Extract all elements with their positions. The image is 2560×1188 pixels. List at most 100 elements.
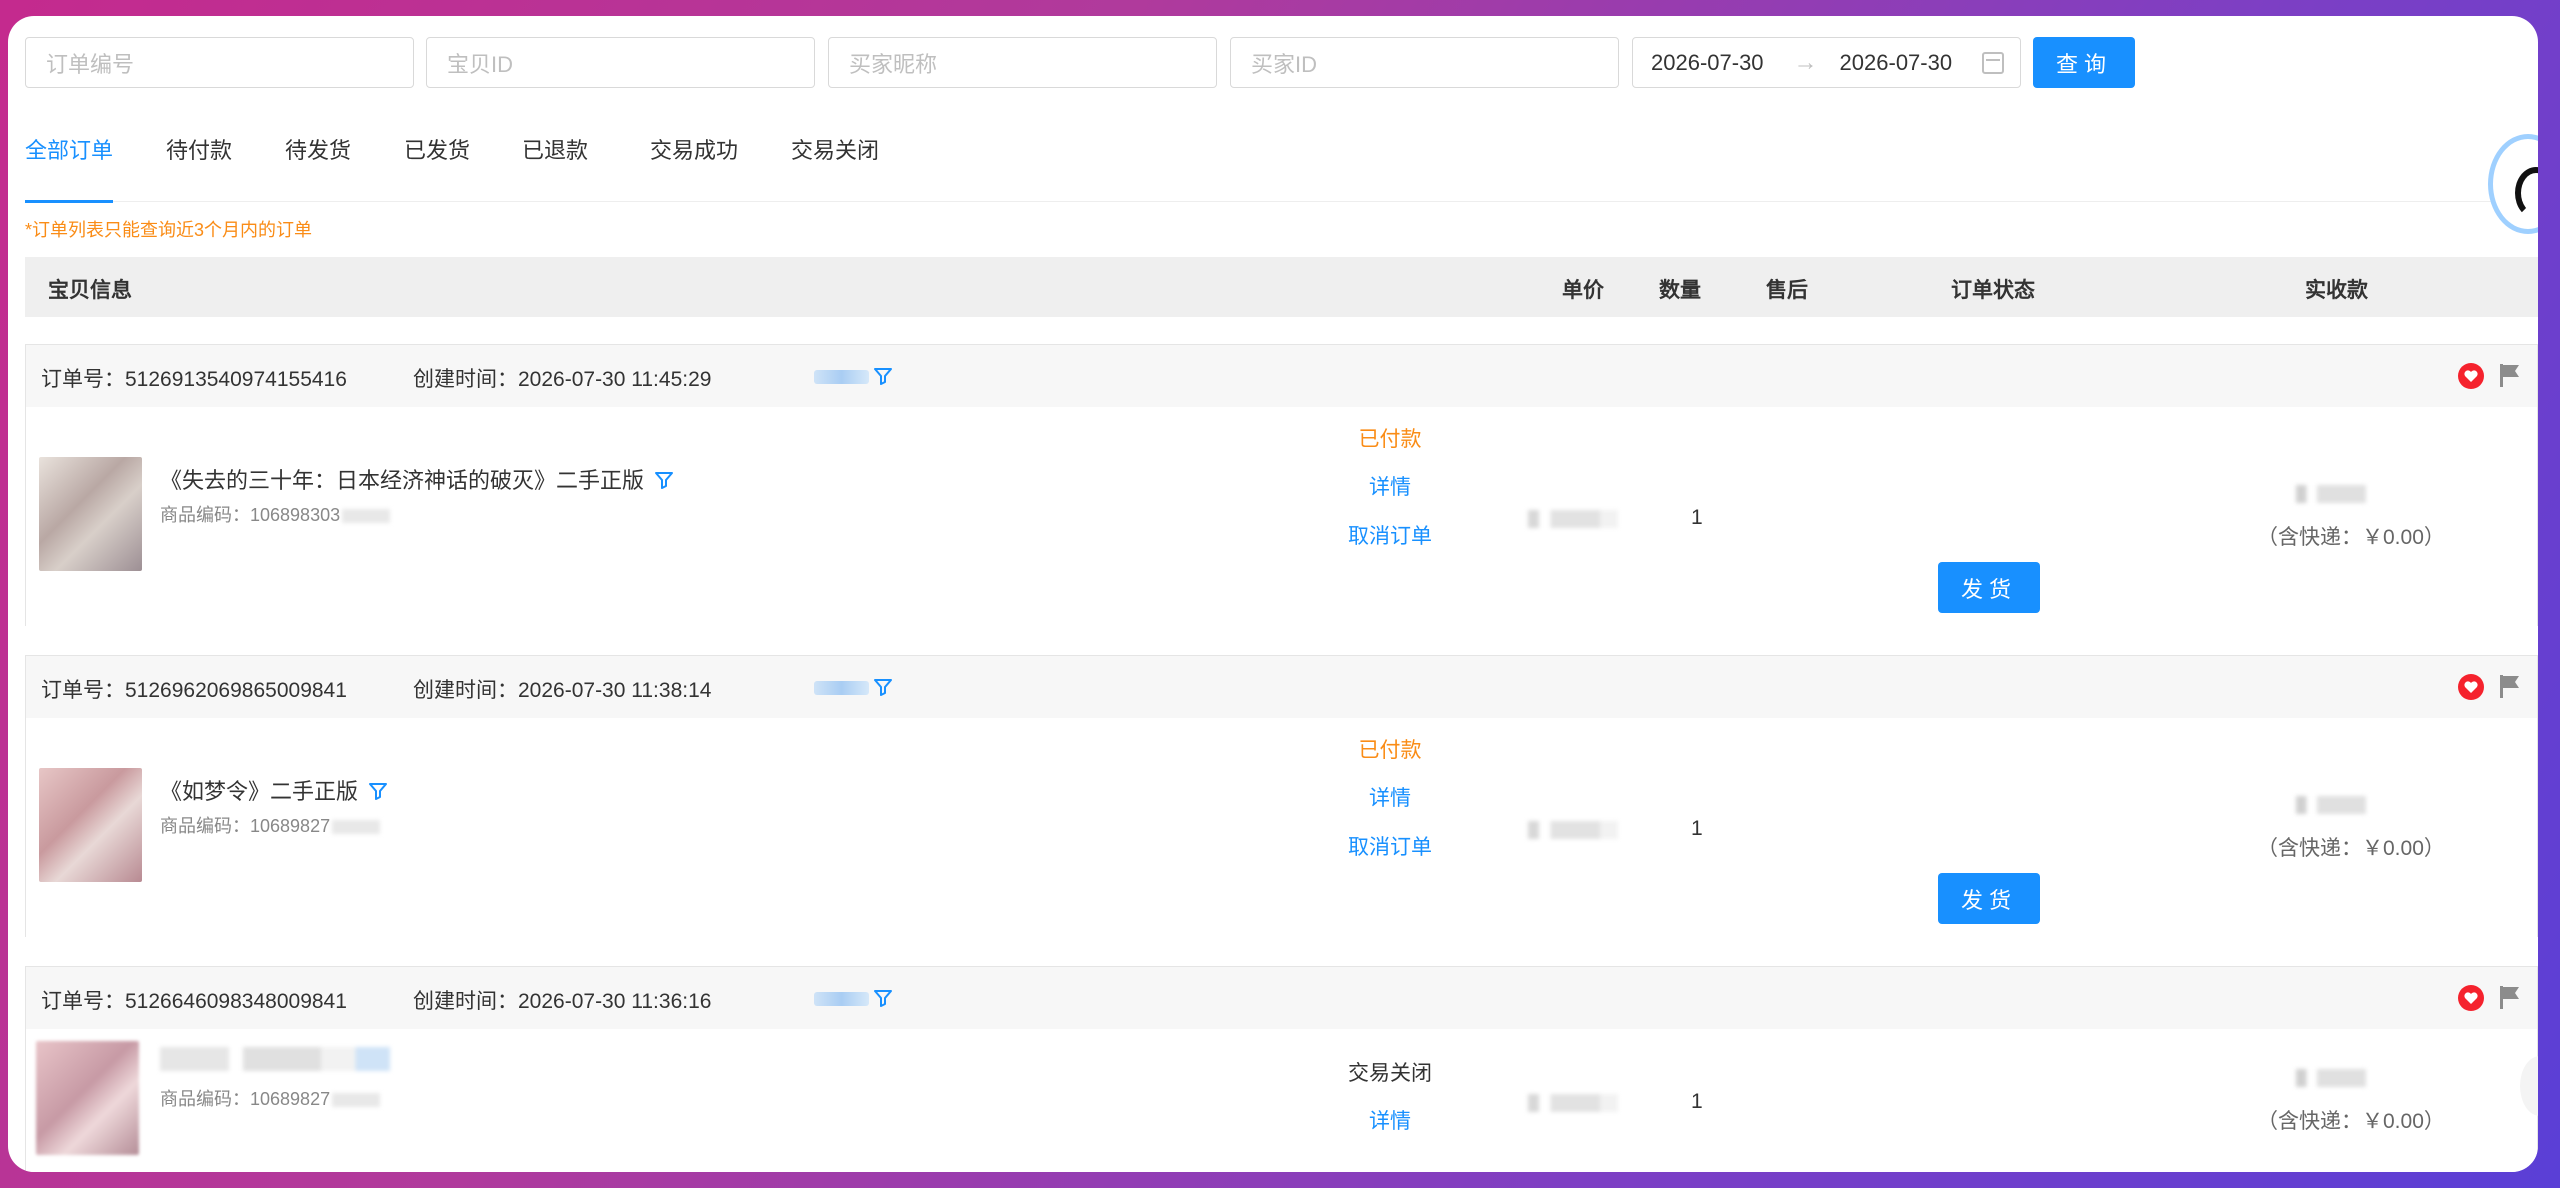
red-flag-icon[interactable]	[2457, 984, 2485, 1012]
express-fee: （含快递：￥0.00）	[2257, 1110, 2445, 1133]
product-title[interactable]: 《如梦令》二手正版	[160, 774, 388, 806]
product-code: 商品编码：10689827	[160, 1085, 381, 1111]
quantity: 1	[1691, 817, 1703, 840]
col-received: 实收款	[2305, 279, 2368, 302]
flag-icon[interactable]	[2495, 672, 2523, 700]
query-limit-notice: *订单列表只能查询近3个月内的订单	[25, 220, 313, 240]
order-number-placeholder: 订单编号	[46, 51, 135, 77]
col-quantity: 数量	[1659, 279, 1701, 302]
created-time-value: 2026-07-30 11:45:29	[518, 368, 712, 391]
filter-icon[interactable]	[873, 677, 893, 697]
tab-shipped[interactable]: 已发货	[404, 136, 470, 202]
order-number-value: 5126962069865009841	[125, 679, 347, 702]
order-card: 订单号：5126913540974155416 创建时间：2026-07-30 …	[25, 344, 2538, 627]
buyer-tag-blurred[interactable]	[814, 992, 869, 1006]
product-code-value: 10689827	[250, 816, 331, 836]
tab-all-orders[interactable]: 全部订单	[25, 136, 114, 203]
order-number: 订单号：5126646098348009841	[41, 985, 347, 1015]
ship-button[interactable]: 发货	[1938, 873, 2040, 924]
ship-button-label: 发货	[1960, 887, 2017, 913]
created-time-label: 创建时间：	[413, 990, 518, 1013]
calendar-icon[interactable]	[1982, 52, 2004, 74]
col-unit-price: 单价	[1562, 279, 1604, 302]
status-closed: 交易关闭	[1348, 1062, 1432, 1085]
order-body: 《如梦令》二手正版 商品编码：10689827 1 已付款 详情 取消订单 发货…	[26, 718, 2537, 938]
flag-icon[interactable]	[2495, 983, 2523, 1011]
date-end[interactable]: 2026-07-30	[1840, 50, 1953, 76]
tab-trade-closed[interactable]: 交易关闭	[791, 136, 879, 202]
product-title-blurred[interactable]	[160, 1047, 390, 1071]
tab-pending-shipment[interactable]: 待发货	[285, 136, 351, 202]
order-number-label: 订单号：	[41, 679, 125, 702]
product-code-value: 106898303	[250, 505, 341, 525]
received-amount-blurred	[2296, 485, 2366, 503]
detail-link[interactable]: 详情	[1190, 471, 1590, 501]
order-card: 订单号：5126962069865009841 创建时间：2026-07-30 …	[25, 655, 2538, 938]
item-id-placeholder: 宝贝ID	[447, 51, 514, 77]
product-code-label: 商品编码：	[160, 1089, 250, 1109]
product-thumbnail[interactable]	[39, 768, 142, 882]
date-range-picker[interactable]: 2026-07-30 → 2026-07-30	[1632, 37, 2021, 88]
created-time: 创建时间：2026-07-30 11:38:14	[413, 674, 711, 704]
created-time: 创建时间：2026-07-30 11:45:29	[413, 363, 711, 393]
created-time-label: 创建时间：	[413, 368, 518, 391]
filter-icon[interactable]	[873, 366, 893, 386]
product-code: 商品编码：106898303	[160, 501, 391, 527]
product-title-text[interactable]: 《失去的三十年：日本经济神话的破灭》二手正版	[160, 468, 644, 493]
buyer-nickname-placeholder: 买家昵称	[849, 51, 938, 77]
created-time-value: 2026-07-30 11:36:16	[518, 990, 712, 1013]
date-range-arrow: →	[1793, 48, 1818, 76]
buyer-id-placeholder: 买家ID	[1251, 51, 1318, 77]
tab-refunded[interactable]: 已退款	[522, 136, 588, 202]
buyer-id-input[interactable]: 买家ID	[1230, 37, 1619, 88]
order-number-input[interactable]: 订单编号	[25, 37, 414, 88]
ship-button[interactable]: 发货	[1938, 562, 2040, 613]
created-time-value: 2026-07-30 11:38:14	[518, 679, 712, 702]
filter-icon[interactable]	[368, 781, 388, 801]
product-thumbnail[interactable]	[39, 457, 142, 571]
detail-link[interactable]: 详情	[1190, 782, 1590, 812]
order-card: 订单号：5126646098348009841 创建时间：2026-07-30 …	[25, 966, 2538, 1172]
red-flag-icon[interactable]	[2457, 362, 2485, 390]
order-number: 订单号：5126962069865009841	[41, 674, 347, 704]
date-start[interactable]: 2026-07-30	[1651, 50, 1764, 76]
buyer-nickname-input[interactable]: 买家昵称	[828, 37, 1217, 88]
order-body: 商品编码：10689827 1 交易关闭 详情 （含快递：￥0.00）	[26, 1029, 2537, 1172]
order-number: 订单号：5126913540974155416	[41, 363, 347, 393]
item-id-input[interactable]: 宝贝ID	[426, 37, 815, 88]
flag-icon[interactable]	[2495, 361, 2523, 389]
express-fee: （含快递：￥0.00）	[2257, 526, 2445, 549]
col-item-info: 宝贝信息	[48, 279, 132, 302]
order-management-window: 订单编号 宝贝ID 买家昵称 买家ID 2026-07-30 → 2026-07…	[8, 16, 2538, 1172]
express-fee: （含快递：￥0.00）	[2257, 837, 2445, 860]
product-code: 商品编码：10689827	[160, 812, 381, 838]
quantity: 1	[1691, 1090, 1703, 1113]
col-after-sale: 售后	[1766, 279, 1808, 302]
filter-icon[interactable]	[873, 988, 893, 1008]
created-time-label: 创建时间：	[413, 679, 518, 702]
buyer-tag-blurred[interactable]	[814, 370, 869, 384]
received-amount-blurred	[2296, 1069, 2366, 1087]
table-header: 宝贝信息 单价 数量 售后 订单状态 实收款	[25, 257, 2538, 317]
red-flag-icon[interactable]	[2457, 673, 2485, 701]
quantity: 1	[1691, 506, 1703, 529]
buyer-tag-blurred[interactable]	[814, 681, 869, 695]
product-title-text[interactable]: 《如梦令》二手正版	[160, 779, 358, 804]
product-code-label: 商品编码：	[160, 816, 250, 836]
product-code-value: 10689827	[250, 1089, 331, 1109]
cancel-order-link[interactable]: 取消订单	[1190, 520, 1590, 550]
order-header: 订单号：5126646098348009841 创建时间：2026-07-30 …	[26, 967, 2537, 1029]
product-thumbnail[interactable]	[36, 1041, 139, 1155]
cancel-order-link[interactable]: 取消订单	[1190, 831, 1590, 861]
order-number-label: 订单号：	[41, 990, 125, 1013]
order-status-tabs: 全部订单 待付款 待发货 已发货 已退款 交易成功 交易关闭	[25, 136, 2538, 203]
tab-pending-payment[interactable]: 待付款	[166, 136, 232, 202]
query-button[interactable]: 查询	[2033, 37, 2135, 88]
ship-button-label: 发货	[1960, 576, 2017, 602]
detail-link[interactable]: 详情	[1190, 1105, 1590, 1135]
tab-trade-success[interactable]: 交易成功	[650, 136, 738, 202]
order-header: 订单号：5126962069865009841 创建时间：2026-07-30 …	[26, 656, 2537, 718]
order-header: 订单号：5126913540974155416 创建时间：2026-07-30 …	[26, 345, 2537, 407]
filter-icon[interactable]	[654, 470, 674, 490]
product-title[interactable]: 《失去的三十年：日本经济神话的破灭》二手正版	[160, 463, 674, 495]
